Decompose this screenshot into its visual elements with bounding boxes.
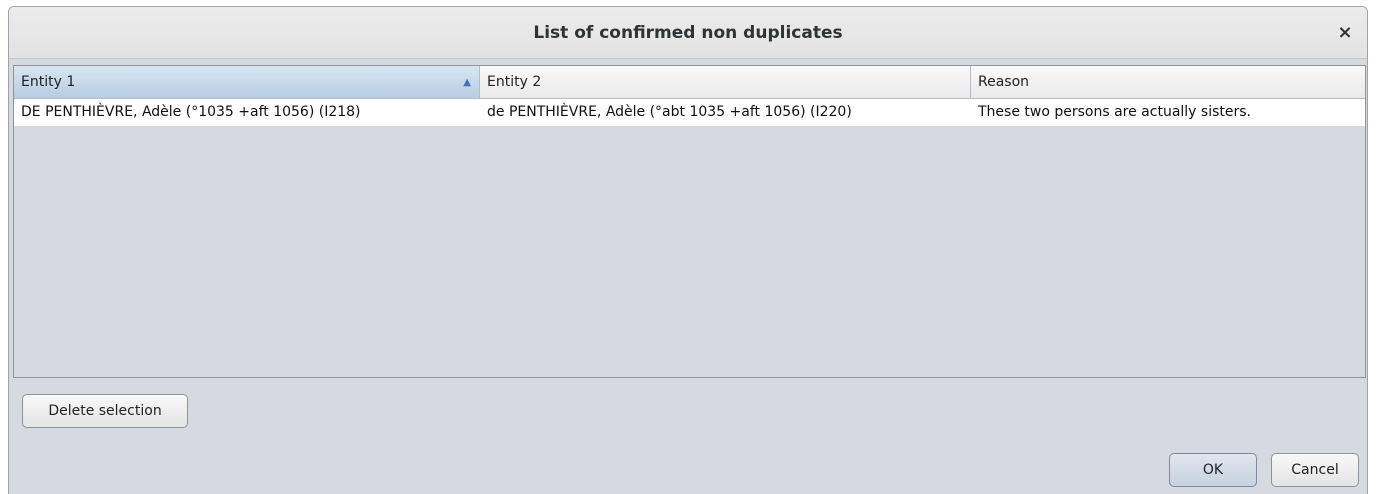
non-duplicates-table: Entity 1 ▲ Entity 2 Reason DE PENTHIÈVRE…	[13, 65, 1366, 378]
column-header-label: Entity 1	[21, 74, 76, 90]
cell-reason[interactable]: These two persons are actually sisters.	[971, 99, 1365, 126]
column-header-label: Reason	[978, 74, 1030, 90]
cell-entity-2[interactable]: de PENTHIÈVRE, Adèle (°abt 1035 +aft 105…	[480, 99, 971, 126]
column-header-entity-2[interactable]: Entity 2	[480, 66, 971, 99]
dialog-title: List of confirmed non duplicates	[533, 23, 843, 43]
column-header-entity-1[interactable]: Entity 1 ▲	[14, 66, 480, 99]
table-row[interactable]: DE PENTHIÈVRE, Adèle (°1035 +aft 1056) (…	[14, 99, 1365, 126]
dialog-window: List of confirmed non duplicates × Entit…	[8, 6, 1368, 494]
title-bar: List of confirmed non duplicates ×	[9, 7, 1367, 59]
sort-ascending-icon: ▲	[463, 77, 471, 88]
column-header-reason[interactable]: Reason	[971, 66, 1365, 99]
table-header: Entity 1 ▲ Entity 2 Reason	[14, 66, 1365, 99]
close-icon[interactable]: ×	[1333, 21, 1357, 45]
cell-entity-1[interactable]: DE PENTHIÈVRE, Adèle (°1035 +aft 1056) (…	[14, 99, 480, 126]
delete-selection-button[interactable]: Delete selection	[22, 394, 188, 428]
ok-button[interactable]: OK	[1169, 453, 1257, 487]
cancel-button[interactable]: Cancel	[1271, 453, 1359, 487]
column-header-label: Entity 2	[487, 74, 542, 90]
